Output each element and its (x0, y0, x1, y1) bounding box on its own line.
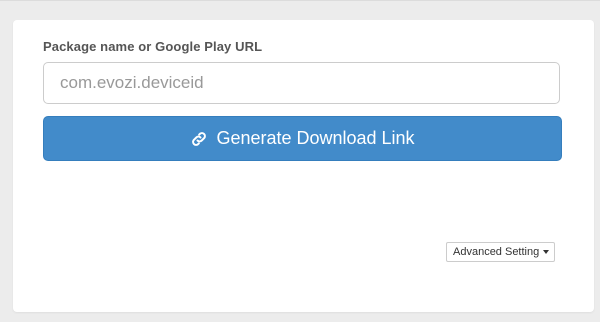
link-icon (190, 130, 208, 148)
advanced-setting-label: Advanced Setting (453, 246, 540, 258)
top-divider (0, 0, 600, 1)
download-form-panel: Package name or Google Play URL Generate… (13, 20, 594, 312)
generate-download-link-button[interactable]: Generate Download Link (43, 116, 562, 161)
generate-button-label: Generate Download Link (216, 128, 415, 148)
advanced-setting-dropdown[interactable]: Advanced Setting (446, 242, 556, 262)
package-field-label: Package name or Google Play URL (43, 39, 263, 54)
caret-down-icon (543, 250, 550, 254)
package-name-input[interactable] (43, 62, 560, 104)
